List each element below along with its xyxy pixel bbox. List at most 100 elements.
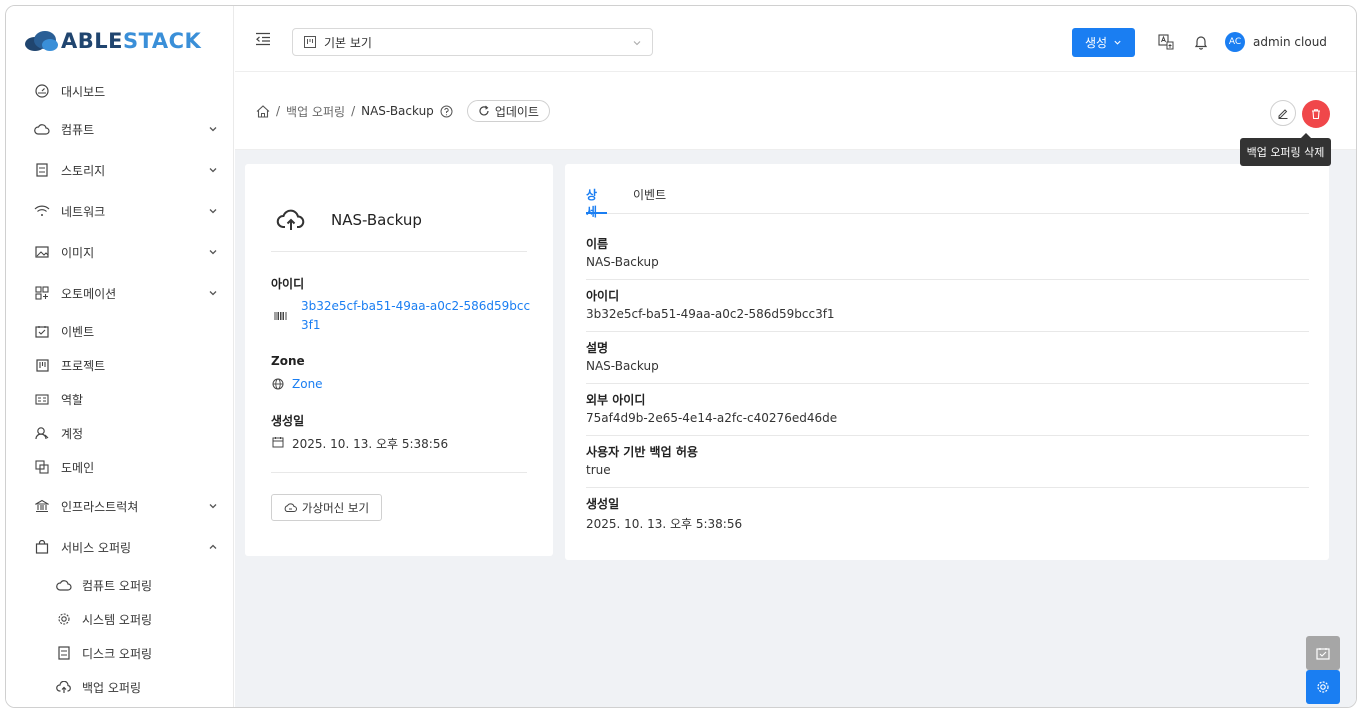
sidebar-item-role[interactable]: 역할 (6, 384, 234, 414)
sidebar-item-infrastructure[interactable]: 인프라스트럭쳐 (6, 491, 234, 521)
view-vm-button[interactable]: 가상머신 보기 (271, 494, 382, 521)
question-circle-icon[interactable] (440, 105, 453, 118)
detail-label: 설명 (586, 341, 609, 355)
sidebar-subitem-disk-offering[interactable]: 디스크 오퍼링 (6, 638, 234, 668)
logo-text: ABLESTACK (61, 29, 201, 53)
sidebar-item-event[interactable]: 이벤트 (6, 316, 234, 346)
cloud-upload-icon (56, 679, 72, 695)
user-icon (34, 425, 50, 441)
view-select-value: 기본 보기 (324, 35, 372, 50)
sidebar-item-domain[interactable]: 도메인 (6, 452, 234, 482)
sidebar-item-compute[interactable]: 컴퓨트 (6, 114, 234, 144)
sidebar-item-label: 프로젝트 (61, 358, 106, 373)
sidebar-item-image[interactable]: 이미지 (6, 237, 234, 267)
sidebar-item-project[interactable]: 프로젝트 (6, 350, 234, 380)
divider (271, 472, 527, 473)
id-card-icon (34, 391, 50, 407)
settings-float-button[interactable] (1306, 670, 1340, 704)
breadcrumb-parent-link[interactable]: 백업 오퍼링 (286, 103, 345, 120)
apps-icon (34, 285, 50, 301)
sidebar-item-dashboard[interactable]: 대시보드 (6, 76, 234, 106)
cloud-icon (34, 121, 50, 137)
cloud-logo-icon (25, 31, 58, 51)
sidebar-subitem-compute-offering[interactable]: 컴퓨트 오퍼링 (6, 570, 234, 600)
dashboard-icon (34, 83, 50, 99)
sidebar-item-storage[interactable]: 스토리지 (6, 155, 234, 185)
sidebar-item-label: 네트워크 (61, 204, 106, 219)
sidebar-item-automation[interactable]: 오토메이션 (6, 278, 234, 308)
bank-icon (34, 498, 50, 514)
detail-label: 사용자 기반 백업 허용 (586, 445, 698, 459)
breadcrumb: / 백업 오퍼링 / NAS-Backup 업데이트 (256, 100, 550, 122)
edit-button[interactable] (1270, 100, 1296, 126)
logo-text-stack: STACK (123, 29, 202, 53)
avatar-initials: AC (1228, 37, 1242, 47)
detail-value: NAS-Backup (586, 359, 659, 373)
home-icon[interactable] (256, 104, 270, 118)
bell-icon[interactable] (1193, 34, 1209, 50)
divider (271, 251, 527, 252)
breadcrumb-separator: / (276, 104, 281, 118)
top-header: 기본 보기 생성 AC admin cloud (235, 6, 1356, 72)
chevron-down-icon (209, 250, 217, 255)
avatar: AC (1225, 32, 1245, 52)
event-float-button[interactable] (1306, 636, 1340, 670)
sidebar-item-label: 도메인 (61, 460, 95, 475)
project-icon (304, 36, 316, 48)
user-menu[interactable]: AC admin cloud (1225, 32, 1327, 52)
breadcrumb-current: NAS-Backup (361, 104, 434, 118)
sidebar-subitem-system-offering[interactable]: 시스템 오퍼링 (6, 604, 234, 634)
sidebar-item-service-offering[interactable]: 서비스 오퍼링 (6, 532, 234, 562)
chevron-down-icon (633, 41, 641, 46)
zone-link[interactable]: Zone (292, 377, 323, 391)
chevron-down-icon (209, 209, 217, 214)
sidebar-subitem-backup-offering[interactable]: 백업 오퍼링 (6, 672, 234, 702)
sidebar-item-label: 스토리지 (61, 163, 106, 178)
create-button[interactable]: 생성 (1072, 28, 1135, 57)
view-select[interactable]: 기본 보기 (292, 28, 653, 56)
view-vm-button-label: 가상머신 보기 (301, 500, 370, 515)
tab-events[interactable]: 이벤트 (633, 186, 666, 214)
detail-value: 2025. 10. 13. 오후 5:38:56 (586, 517, 743, 531)
gear-icon (56, 611, 72, 627)
app-window: ABLESTACK 대시보드 컴퓨트 스토리지 네트워크 이미지 오토메이션 이… (5, 5, 1357, 708)
translate-icon[interactable] (1158, 34, 1174, 50)
detail-value: 75af4d9b-2e65-4e14-a2fc-c40276ed46de (586, 411, 838, 425)
delete-button[interactable] (1302, 100, 1330, 128)
sidebar-item-account[interactable]: 계정 (6, 418, 234, 448)
breadcrumb-bar: / 백업 오퍼링 / NAS-Backup 업데이트 (235, 72, 1356, 150)
tab-label: 이벤트 (633, 188, 667, 202)
chevron-down-icon (209, 291, 217, 296)
chevron-down-icon (1114, 40, 1121, 45)
menu-fold-icon[interactable] (255, 32, 271, 46)
detail-label: 이름 (586, 237, 609, 251)
detail-row: 생성일 2025. 10. 13. 오후 5:38:56 (586, 488, 1309, 540)
detail-row: 사용자 기반 백업 허용 true (586, 436, 1309, 488)
detail-row: 설명 NAS-Backup (586, 332, 1309, 384)
logo[interactable]: ABLESTACK (23, 28, 201, 54)
sidebar-item-label: 역할 (61, 392, 84, 407)
globe-icon (272, 378, 284, 390)
chevron-down-icon (209, 168, 217, 173)
id-value-line2[interactable]: 3f1 (301, 318, 321, 332)
id-value-line1[interactable]: 3b32e5cf-ba51-49aa-a0c2-586d59bcc (301, 299, 530, 313)
sidebar-item-label: 서비스 오퍼링 (61, 540, 132, 555)
detail-card: 상세 이벤트 이름 NAS-Backup 아이디 3b32e5cf-ba51-4… (565, 164, 1329, 560)
cloud-icon (284, 503, 297, 512)
tab-details[interactable]: 상세 (586, 186, 607, 219)
shopping-bag-icon (34, 539, 50, 555)
update-button[interactable]: 업데이트 (466, 100, 550, 122)
domain-icon (34, 459, 50, 475)
sidebar-item-network[interactable]: 네트워크 (6, 196, 234, 226)
chevron-up-icon (209, 544, 217, 549)
edit-icon (1278, 109, 1288, 119)
tooltip-text: 백업 오퍼링 삭제 (1246, 146, 1325, 159)
zone-label: Zone (271, 354, 305, 368)
detail-value: NAS-Backup (586, 255, 659, 269)
cloud-upload-icon (276, 209, 305, 230)
chevron-down-icon (209, 504, 217, 509)
detail-row: 아이디 3b32e5cf-ba51-49aa-a0c2-586d59bcc3f1 (586, 280, 1309, 332)
created-value: 2025. 10. 13. 오후 5:38:56 (292, 437, 449, 451)
breadcrumb-separator: / (351, 104, 356, 118)
sidebar-item-label: 디스크 오퍼링 (82, 646, 153, 661)
